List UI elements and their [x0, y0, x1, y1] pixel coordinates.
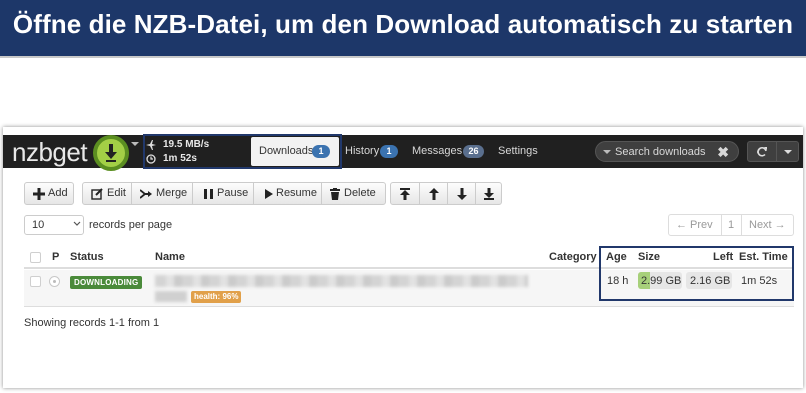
edit-merge-pause-group: Edit Merge Pause Resume Delete [82, 182, 386, 205]
health-badge: health: 96% [191, 291, 242, 303]
move-buttons-group [390, 182, 502, 205]
banner-title: Öffne die NZB-Datei, um den Download aut… [12, 9, 794, 39]
resume-button[interactable]: Resume [254, 183, 321, 204]
move-up-button[interactable] [420, 183, 447, 204]
tab-messages-label: Messages [412, 145, 463, 157]
tab-settings-label: Settings [498, 145, 538, 157]
refresh-divider [776, 142, 777, 161]
search-input[interactable]: Search downloads ✖ [595, 141, 739, 162]
merge-icon [140, 189, 152, 199]
add-label: Add [48, 187, 68, 199]
pager-divider [721, 215, 722, 235]
priority-header[interactable]: P [52, 251, 59, 263]
columns-highlight-box [599, 246, 794, 301]
chevron-down-icon[interactable] [131, 142, 139, 146]
refresh-button-group[interactable] [747, 141, 799, 162]
move-bottom-button[interactable] [476, 183, 502, 204]
delete-label: Delete [344, 187, 376, 199]
navbar: nzbget 19.5 MB/s 1m 52s Downloads 1 Hist… [3, 134, 803, 171]
page-number-button[interactable]: 1 [728, 219, 734, 231]
blurred-filename [155, 275, 528, 287]
merge-button[interactable]: Merge [132, 183, 192, 204]
records-per-page-value: 10 [32, 219, 45, 231]
clear-search-icon[interactable]: ✖ [717, 144, 729, 161]
refresh-icon[interactable] [756, 146, 768, 158]
pause-label: Pause [217, 187, 249, 199]
title-banner: Öffne die NZB-Datei, um den Download aut… [0, 0, 806, 58]
tab-downloads[interactable]: Downloads 1 [251, 137, 339, 166]
tab-downloads-label: Downloads [259, 145, 314, 157]
move-top-button[interactable] [391, 183, 419, 204]
nzbget-logo: nzbget [12, 137, 88, 167]
move-down-button[interactable] [448, 183, 475, 204]
tab-history[interactable]: History 1 [345, 137, 403, 166]
resume-label: Resume [276, 187, 317, 199]
tab-messages[interactable]: Messages 26 [412, 137, 488, 166]
plus-icon [33, 188, 45, 200]
clock-icon [146, 154, 156, 164]
add-button[interactable]: Add [24, 182, 74, 205]
move-bottom-icon [484, 188, 494, 200]
blurred-filename-suffix [155, 291, 187, 302]
airplane-icon [146, 140, 156, 150]
priority-dot [53, 280, 56, 283]
tab-history-label: History [345, 145, 380, 157]
name-header[interactable]: Name [155, 251, 185, 263]
move-top-icon [400, 188, 410, 200]
pause-button[interactable]: Pause [193, 183, 253, 204]
search-placeholder: Search downloads [615, 146, 706, 158]
downloads-count-badge: 1 [312, 145, 330, 158]
status-header[interactable]: Status [70, 251, 104, 263]
priority-indicator[interactable] [49, 276, 60, 287]
edit-icon [91, 188, 103, 200]
refresh-options-chevron-icon[interactable] [784, 150, 792, 154]
move-down-icon [457, 188, 467, 200]
download-speed: 19.5 MB/s [163, 139, 210, 150]
history-count-badge: 1 [380, 145, 398, 158]
pagination: ← Prev 1 Next → [668, 214, 794, 236]
pager-divider [741, 215, 742, 235]
records-per-page-select[interactable]: 10 [24, 215, 84, 235]
download-arrow-icon [105, 144, 117, 162]
edit-label: Edit [107, 187, 126, 199]
trash-icon [330, 188, 340, 200]
search-filter-chevron-icon[interactable] [603, 150, 611, 154]
prev-page-button[interactable]: ← Prev [676, 219, 713, 231]
edit-button[interactable]: Edit [83, 183, 131, 204]
records-summary: Showing records 1-1 from 1 [24, 317, 160, 329]
row-checkbox[interactable] [30, 276, 41, 287]
status-badge: DOWNLOADING [70, 276, 143, 289]
move-up-icon [429, 188, 439, 200]
tab-settings[interactable]: Settings [498, 137, 548, 166]
messages-count-badge: 26 [463, 145, 484, 158]
download-status-button[interactable] [93, 135, 129, 171]
play-icon [265, 189, 273, 199]
category-header[interactable]: Category [549, 251, 597, 263]
delete-button[interactable]: Delete [322, 183, 386, 204]
time-remaining: 1m 52s [163, 153, 197, 164]
merge-label: Merge [156, 187, 188, 199]
select-all-checkbox[interactable] [30, 252, 41, 263]
pause-icon [204, 189, 213, 199]
chevron-down-icon [73, 221, 81, 226]
next-page-button[interactable]: Next → [749, 219, 786, 231]
nzbget-window: nzbget 19.5 MB/s 1m 52s Downloads 1 Hist… [3, 127, 803, 388]
records-per-page-label: records per page [89, 219, 173, 231]
